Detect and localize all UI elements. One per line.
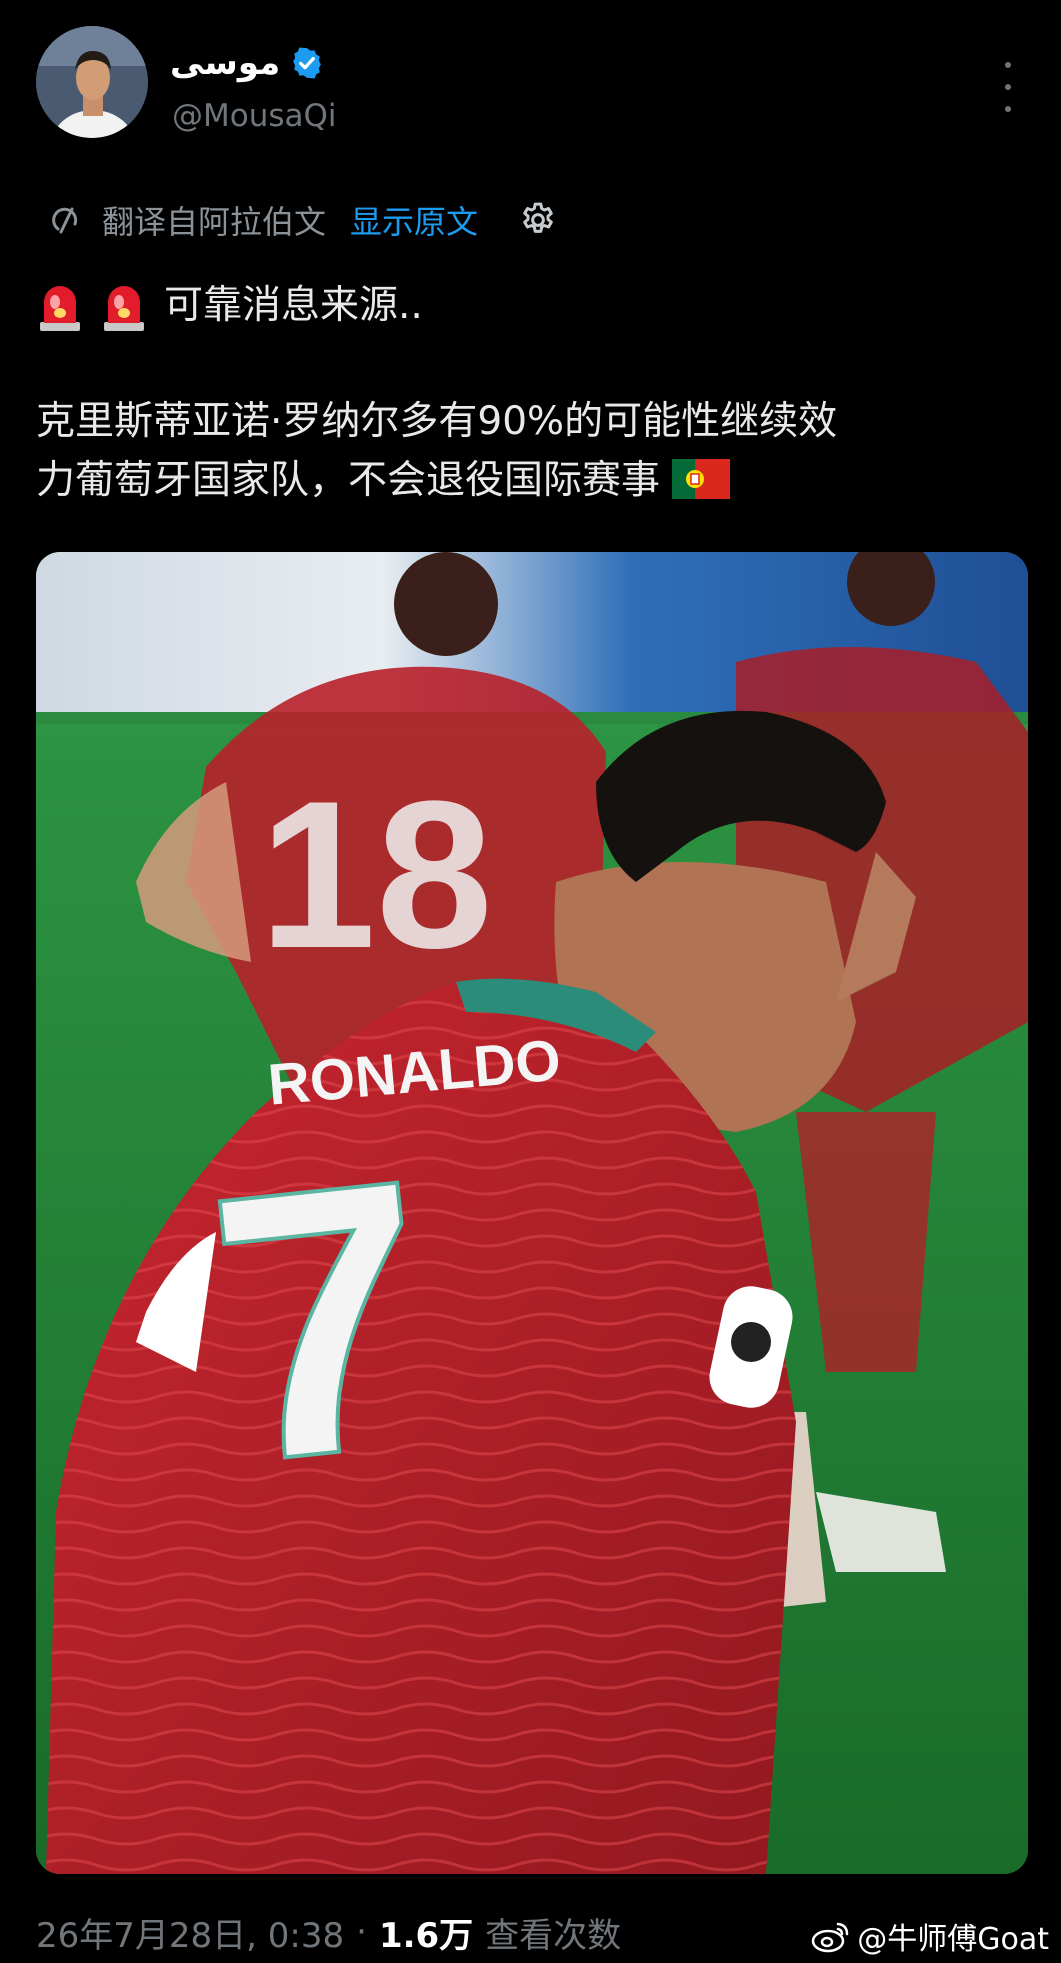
avatar[interactable] [36,26,148,138]
siren-emoji-icon [36,280,84,332]
tweet-line-1-text: 可靠消息来源.. [164,283,423,328]
tweet-paragraph-2: 克里斯蒂亚诺·罗纳尔多有90%的可能性继续效 力葡萄牙国家队，不会退役国际赛事 [36,392,1026,510]
translate-icon [48,202,84,238]
views-label: 查看次数 [485,1915,622,1956]
siren-emoji-icon [100,280,148,332]
tweet-timestamp[interactable]: 26年7月28日, 0:38 [36,1908,344,1957]
verified-badge-icon [290,46,324,80]
tweet-line-1: 可靠消息来源.. [36,276,1026,335]
watermark-text: @牛师傅Goat [857,1922,1049,1957]
tweet-media-photo[interactable]: 18 RONALDO 7 [36,552,1028,1874]
watermark: @牛师傅Goat [811,1912,1049,1960]
display-name[interactable]: موسى [170,43,280,83]
background-jersey-number: 18 [259,757,493,992]
weibo-logo-icon [811,1919,851,1953]
jersey-number-text: 7 [195,1099,450,1544]
display-name-row: موسى [170,36,324,90]
gear-icon[interactable] [518,200,558,240]
translation-label: 翻译自阿拉伯文 [102,203,327,241]
translation-bar: 翻译自阿拉伯文 显示原文 [48,196,558,244]
portugal-flag-icon [672,458,731,499]
tweet-text: 可靠消息来源.. 克里斯蒂亚诺·罗纳尔多有90%的可能性继续效 力葡萄牙国家队，… [36,276,1026,510]
more-vertical-icon[interactable] [990,62,1026,112]
views-count: 1.6万 [378,1915,474,1956]
tweet-header: موسى @MousaQi [36,26,1026,142]
user-handle[interactable]: @MousaQi [172,98,337,134]
show-original-link[interactable]: 显示原文 [350,197,478,243]
tweet-meta: 26年7月28日, 0:38 · 1.6万 查看次数 [36,1908,621,1956]
meta-separator: · [356,1912,367,1952]
